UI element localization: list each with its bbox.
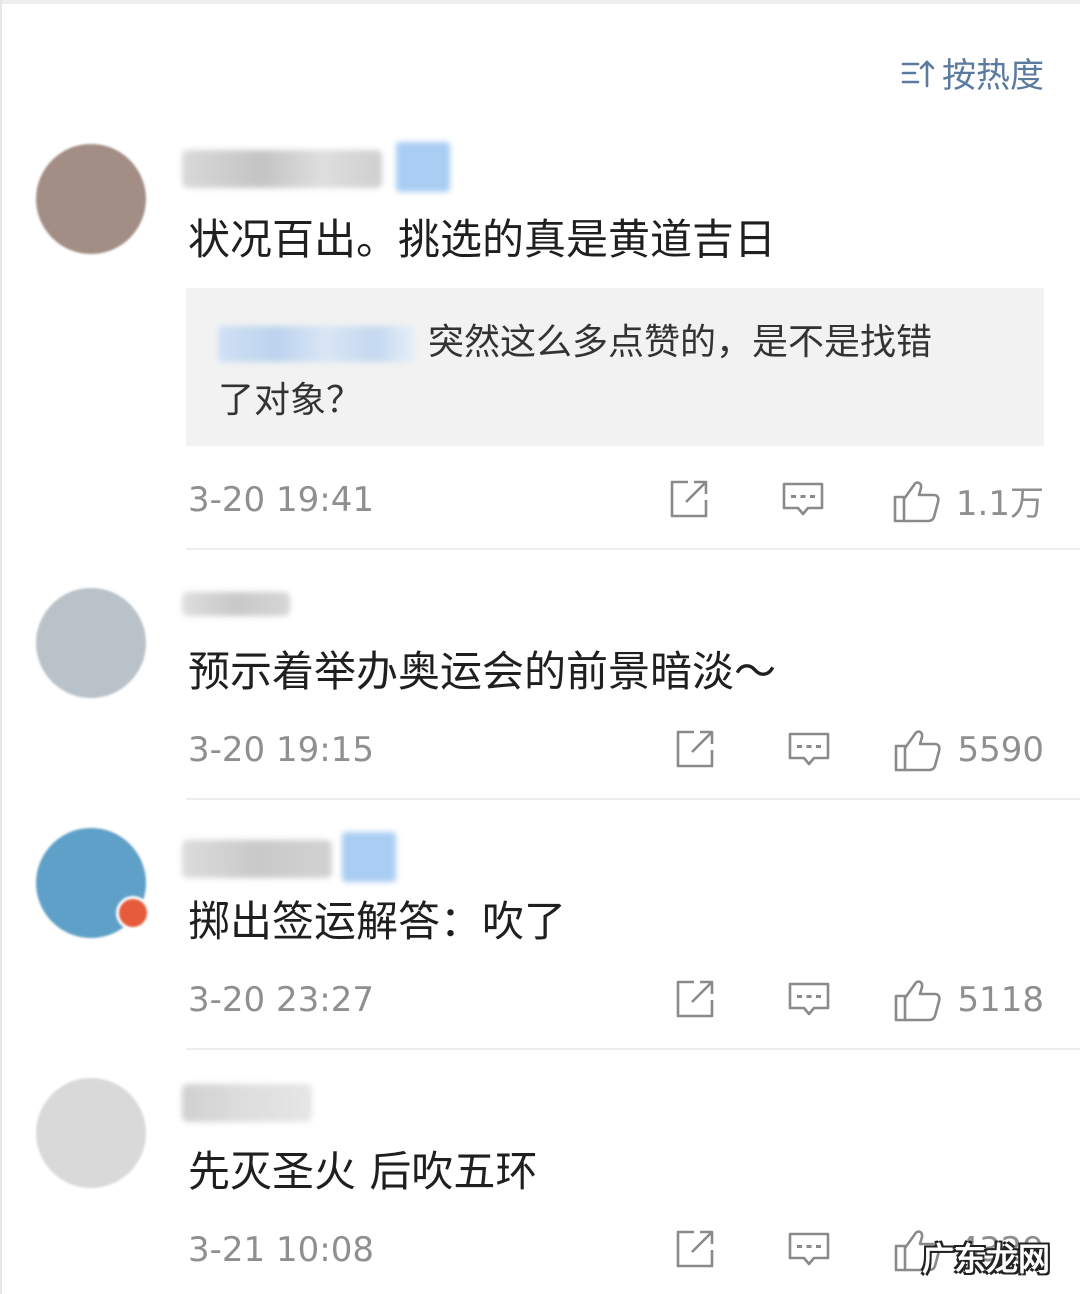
avatar[interactable] [36, 144, 146, 254]
verified-badge [116, 896, 150, 930]
divider [186, 548, 1080, 550]
comment-icon[interactable] [786, 976, 832, 1022]
watermark: 广东龙网 [921, 1240, 1050, 1278]
share-icon[interactable] [672, 726, 718, 772]
comment-time: 3-20 19:15 [188, 730, 374, 770]
reply-text-line1: 突然这么多点赞的，是不是找错 [428, 322, 933, 363]
divider [186, 798, 1080, 800]
avatar[interactable] [36, 1078, 146, 1188]
comment-time: 3-20 23:27 [188, 980, 374, 1020]
comment-time: 3-20 19:41 [188, 480, 374, 520]
sort-icon [901, 59, 935, 87]
like-count: 5590 [957, 730, 1044, 770]
avatar[interactable] [36, 588, 146, 698]
comment-text: 掷出签运解答：吹了 [188, 897, 567, 946]
like-button[interactable]: 5590 [893, 726, 1044, 774]
username-blurred[interactable] [182, 142, 450, 192]
comment-text: 预示着举办奥运会的前景暗淡～ [188, 647, 777, 696]
reply-text-line2: 了对象？ [218, 380, 363, 421]
thumbs-up-icon [895, 730, 942, 772]
comment-icon[interactable] [786, 1226, 832, 1272]
top-divider [0, 0, 1080, 4]
reply-quote[interactable]: 突然这么多点赞的，是不是找错 了对象？ [186, 288, 1044, 446]
avatar[interactable] [36, 828, 150, 938]
share-icon[interactable] [666, 476, 712, 522]
comment-meta: 3-20 19:15 5590 [188, 724, 1044, 776]
username-blurred[interactable] [182, 592, 290, 616]
left-border [0, 0, 2, 1294]
like-count: 5118 [957, 980, 1044, 1020]
share-icon[interactable] [672, 976, 718, 1022]
like-button[interactable]: 5118 [893, 976, 1044, 1024]
username-blurred[interactable] [182, 1084, 312, 1122]
thumbs-up-icon [895, 980, 942, 1022]
comment-text: 先灭圣火 后吹五环 [188, 1147, 538, 1196]
share-icon[interactable] [672, 1226, 718, 1272]
like-count: 1.1万 [955, 484, 1044, 524]
like-button[interactable]: 1.1万 [892, 476, 1044, 525]
sort-label: 按热度 [942, 56, 1044, 96]
sort-by-hot-button[interactable]: 按热度 [900, 48, 1044, 97]
comment-time: 3-21 10:08 [188, 1230, 374, 1270]
comment-meta: 3-21 10:08 4329 [188, 1224, 1044, 1276]
comment-text: 状况百出。挑选的真是黄道吉日 [188, 215, 777, 264]
comment-meta: 3-20 19:41 1.1万 [188, 474, 1044, 526]
comment-icon[interactable] [786, 726, 832, 772]
reply-username-blurred[interactable] [218, 326, 414, 362]
comment-icon[interactable] [780, 476, 826, 522]
username-blurred[interactable] [182, 832, 396, 882]
divider [186, 1048, 1080, 1050]
comment-meta: 3-20 23:27 5118 [188, 974, 1044, 1026]
thumbs-up-icon [893, 480, 940, 522]
